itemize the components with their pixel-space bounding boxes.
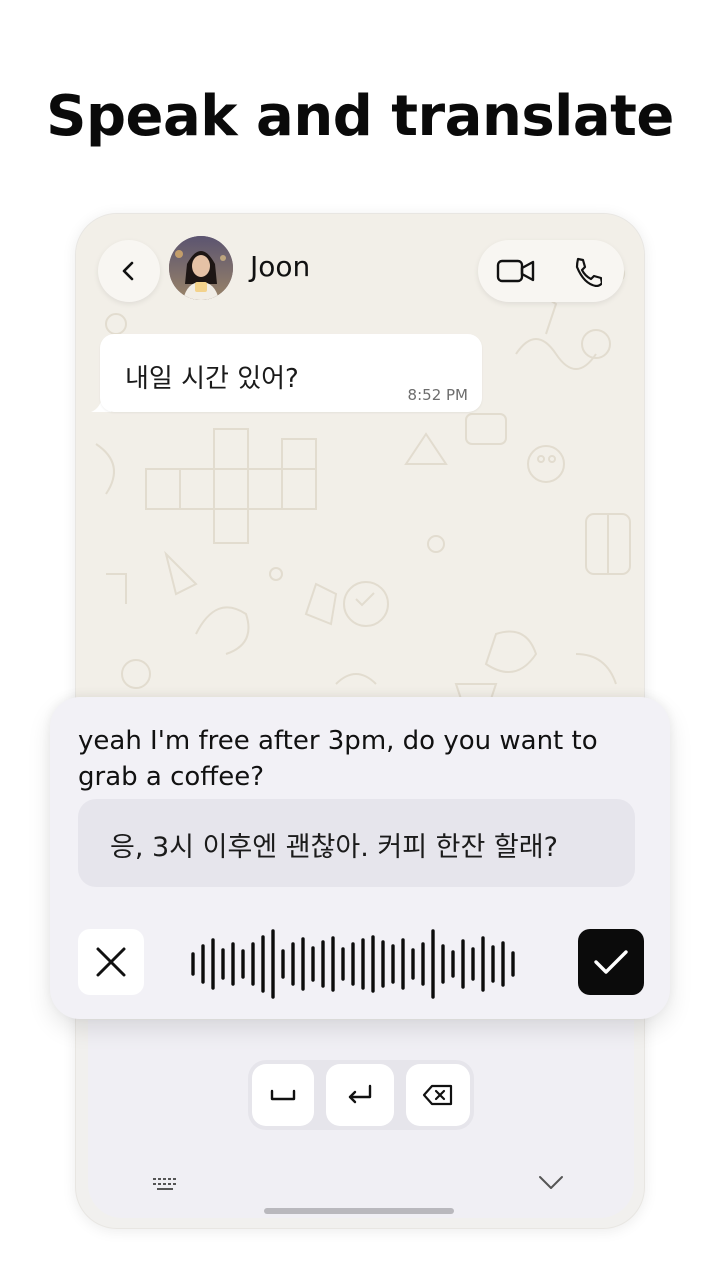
video-camera-icon xyxy=(496,259,535,283)
enter-key[interactable] xyxy=(326,1064,394,1126)
message-time: 8:52 PM xyxy=(407,386,468,404)
chevron-left-icon xyxy=(122,261,134,281)
backspace-icon xyxy=(422,1084,453,1106)
space-icon xyxy=(270,1089,296,1101)
video-call-button[interactable] xyxy=(496,254,536,288)
home-indicator[interactable] xyxy=(264,1208,454,1214)
keyboard-icon[interactable] xyxy=(152,1176,180,1194)
check-icon xyxy=(594,950,628,974)
backspace-key[interactable] xyxy=(406,1064,470,1126)
contact-name: Joon xyxy=(250,250,311,283)
page-headline: Speak and translate xyxy=(46,84,674,149)
cancel-button[interactable] xyxy=(78,929,144,995)
voice-call-button[interactable] xyxy=(566,254,606,288)
call-actions xyxy=(478,240,624,302)
incoming-message[interactable]: 내일 시간 있어? 8:52 PM xyxy=(100,334,482,412)
phone-icon xyxy=(575,257,602,287)
avatar-photo xyxy=(169,236,233,300)
spoken-text: yeah I'm free after 3pm, do you want to … xyxy=(78,726,598,792)
close-icon xyxy=(96,947,126,977)
chat-header: Joon xyxy=(76,214,644,319)
chevron-down-icon[interactable] xyxy=(538,1172,564,1192)
confirm-button[interactable] xyxy=(578,929,644,995)
keyboard-keys xyxy=(248,1060,474,1130)
voice-waveform xyxy=(191,929,515,999)
voice-translate-panel: yeah I'm free after 3pm, do you want to … xyxy=(50,697,670,1019)
translated-text: 응, 3시 이후엔 괜찮아. 커피 한잔 할래? xyxy=(110,832,558,863)
avatar[interactable] xyxy=(169,236,233,300)
translation-box[interactable]: 응, 3시 이후엔 괜찮아. 커피 한잔 할래? xyxy=(78,799,635,887)
space-key[interactable] xyxy=(252,1064,314,1126)
enter-icon xyxy=(348,1084,372,1104)
back-button[interactable] xyxy=(98,240,160,302)
keyboard-area xyxy=(88,1020,634,1218)
message-text: 내일 시간 있어? xyxy=(125,364,299,394)
